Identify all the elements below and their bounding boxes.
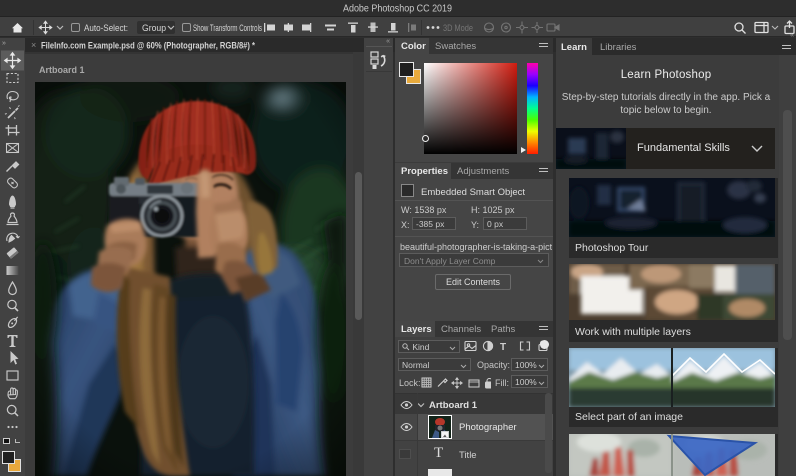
svg-text:Show Transform Controls: Show Transform Controls	[193, 23, 262, 34]
svg-text:×: ×	[31, 40, 36, 50]
svg-text:3D Mode: 3D Mode	[443, 23, 473, 34]
svg-text:Adobe Photoshop CC 2019: Adobe Photoshop CC 2019	[343, 3, 452, 15]
svg-text:»: »	[2, 40, 6, 47]
svg-text:Group: Group	[142, 23, 166, 34]
svg-text:Auto-Select:: Auto-Select:	[84, 23, 128, 34]
svg-text:T: T	[500, 342, 506, 353]
svg-text:FileInfo.com Example.psd @ 60%: FileInfo.com Example.psd @ 60% (Photogra…	[41, 41, 255, 51]
